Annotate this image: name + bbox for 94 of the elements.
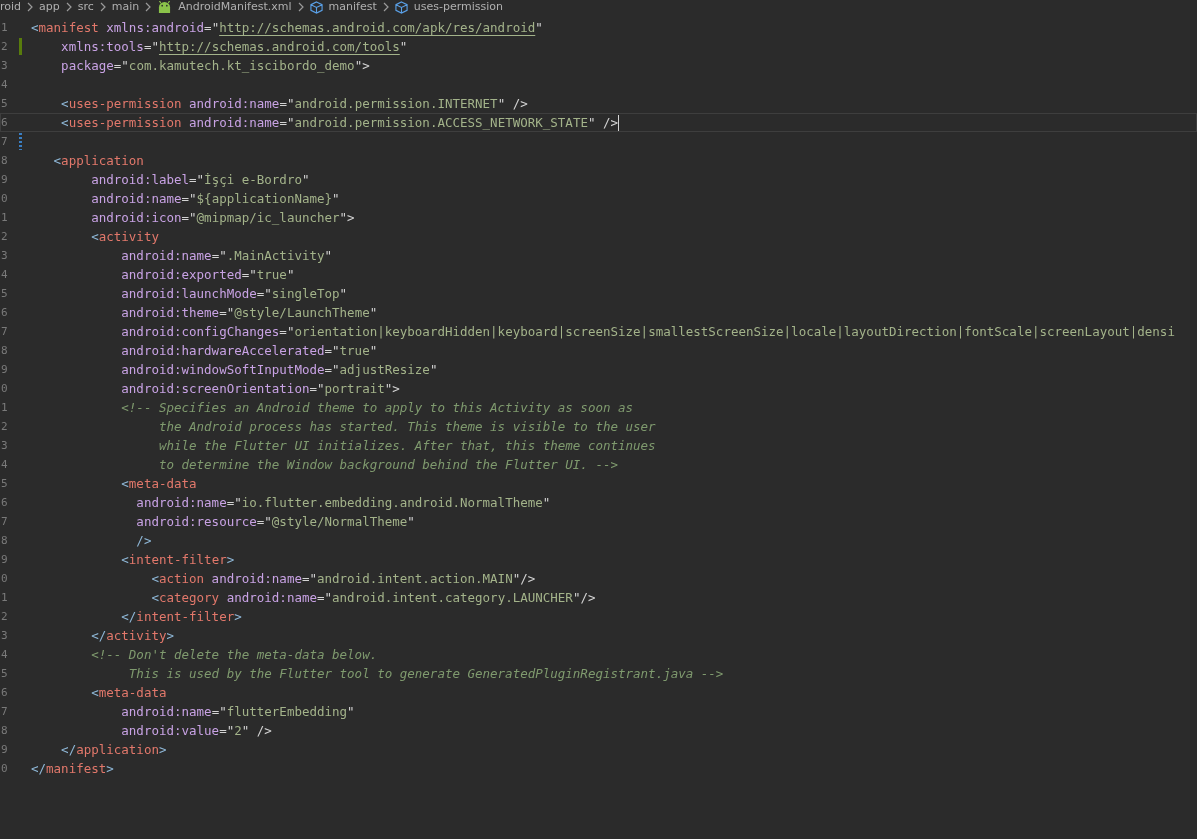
code-line: android:value="2" />: [120, 723, 272, 738]
code-line: <uses-permission android:name="android.permission.INTERNET" />: [60, 96, 528, 111]
line-number: 8: [1, 724, 9, 737]
code-line: android:label="İşçi e-Bordro": [90, 172, 310, 187]
breadcrumb-item[interactable]: AndroidManifest.xml: [178, 1, 292, 13]
line-number: 2: [1, 610, 9, 623]
line-number: 7: [1, 135, 9, 148]
line-number: 1: [1, 401, 9, 414]
code-line: </manifest>: [31, 761, 114, 776]
chevron-icon: [297, 2, 304, 12]
breadcrumb-item[interactable]: main: [111, 1, 140, 13]
line-number: 0: [1, 382, 9, 395]
code-line: package="com.kamutech.kt_iscibordo_demo">: [60, 58, 370, 73]
code-line: <activity: [90, 229, 159, 244]
line-number: 5: [1, 667, 9, 680]
line-number: 5: [1, 477, 9, 490]
line-number: 4: [1, 648, 9, 661]
line-number: 4: [1, 268, 9, 281]
breadcrumb-item[interactable]: src: [77, 1, 94, 13]
chevron-icon: [27, 2, 34, 12]
code-line: <category android:name="android.intent.category.LAUNCHER"/>: [150, 590, 596, 605]
line-number: 3: [1, 629, 9, 642]
line-number: 6: [1, 686, 9, 699]
line-number: 9: [1, 743, 9, 756]
line-number: 4: [1, 78, 9, 91]
code-line: android:name="${applicationName}": [90, 191, 340, 206]
line-number: 5: [1, 287, 9, 300]
code-line: android:theme="@style/LaunchTheme": [120, 305, 378, 320]
line-number: 3: [1, 249, 9, 262]
line-number: 5: [1, 97, 9, 110]
code-line: android:screenOrientation="portrait">: [120, 381, 400, 396]
line-number: 0: [1, 762, 9, 775]
code-line: <meta-data: [90, 685, 167, 700]
line-number: 1: [1, 21, 9, 34]
code-line: android:icon="@mipmap/ic_launcher">: [90, 210, 355, 225]
line-number: 6: [1, 496, 9, 509]
code-line: This is used by the Flutter tool to generate GeneratedPluginRegistrant.java -->: [127, 666, 724, 681]
code-line: android:name=".MainActivity": [120, 248, 333, 263]
line-number: 6: [1, 306, 9, 319]
code-line: while the Flutter UI initializes. After that, this theme continues: [157, 438, 656, 453]
code-line: <action android:name="android.intent.action.MAIN"/>: [150, 571, 536, 586]
line-number: 0: [1, 572, 9, 585]
code-line: <!-- Specifies an Android theme to apply to this Activity as soon as: [120, 400, 634, 415]
line-number: 9: [1, 363, 9, 376]
code-line: android:resource="@style/NormalTheme": [135, 514, 415, 529]
line-number: 1: [1, 591, 9, 604]
chevron-icon: [145, 2, 152, 12]
code-line: <!-- Don't delete the meta-data below.: [90, 647, 378, 662]
line-number: 8: [1, 344, 9, 357]
line-number: 4: [1, 458, 9, 471]
text-cursor: [618, 114, 620, 131]
code-line: android:windowSoftInputMode="adjustResize": [120, 362, 438, 377]
code-line: <manifest xmlns:android="http://schemas.android.com/apk/res/android": [31, 20, 543, 35]
code-line: android:exported="true": [120, 267, 295, 282]
line-number: 2: [1, 230, 9, 243]
chevron-icon: [65, 2, 72, 12]
code-line: </application>: [60, 742, 167, 757]
line-number: 7: [1, 325, 9, 338]
code-line: <uses-permission android:name="android.permission.ACCESS_NETWORK_STATE" />: [60, 115, 619, 130]
line-number: 7: [1, 705, 9, 718]
line-number: 6: [1, 116, 9, 129]
code-line: <application: [52, 153, 144, 168]
line-number: 8: [1, 534, 9, 547]
code-line: the Android process has started. This theme is visible to the user: [157, 419, 656, 434]
code-line: </activity>: [90, 628, 174, 643]
cube-icon: [309, 0, 323, 14]
code-line: android:launchMode="singleTop": [120, 286, 348, 301]
line-number: 7: [1, 515, 9, 528]
line-number: 3: [1, 59, 9, 72]
line-number: 9: [1, 173, 9, 186]
line-number: 2: [1, 420, 9, 433]
line-number: 2: [1, 40, 9, 53]
code-line: <meta-data: [120, 476, 197, 491]
line-number: 8: [1, 154, 9, 167]
code-line: </intent-filter>: [120, 609, 242, 624]
line-number: 0: [1, 192, 9, 205]
breadcrumb-item[interactable]: uses-permission: [413, 1, 503, 13]
line-number: 3: [1, 439, 9, 452]
breadcrumb-item[interactable]: roid: [0, 1, 22, 13]
code-line: android:configChanges="orientation|keyboardHidden|keyboard|screenSize|smallestScreenSize|locale|layoutDirection|fontScale|screenLayout|densi: [120, 324, 1175, 339]
code-line: xmlns:tools="http://schemas.android.com/tools": [60, 39, 408, 54]
breadcrumb-item[interactable]: app: [39, 1, 60, 13]
code-line: />: [135, 533, 152, 548]
code-line: to determine the Window background behind the Flutter UI. -->: [157, 457, 618, 472]
code-line: <intent-filter>: [120, 552, 235, 567]
code-line: android:name="flutterEmbedding": [120, 704, 355, 719]
chevron-icon: [99, 2, 106, 12]
cube-icon: [394, 0, 408, 14]
code-line: android:name="io.flutter.embedding.android.NormalTheme": [135, 495, 551, 510]
breadcrumb-item[interactable]: manifest: [328, 1, 377, 13]
line-number: 9: [1, 553, 9, 566]
chevron-icon: [382, 2, 389, 12]
line-number: 1: [1, 211, 9, 224]
code-line: android:hardwareAccelerated="true": [120, 343, 378, 358]
